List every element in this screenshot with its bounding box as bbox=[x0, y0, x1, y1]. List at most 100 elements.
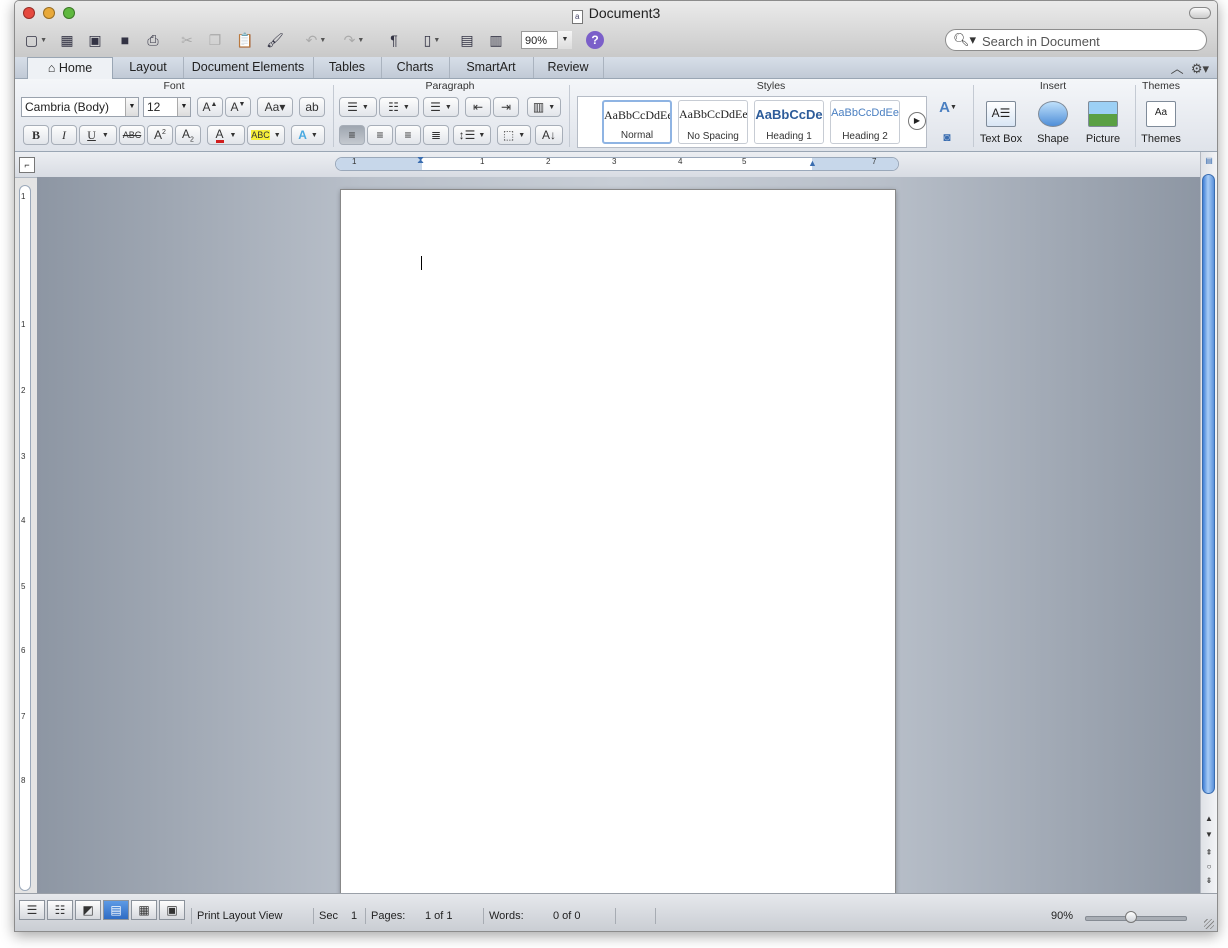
tab-charts[interactable]: Charts bbox=[381, 57, 450, 78]
draft-view-button[interactable]: ☰ bbox=[19, 900, 45, 920]
insert-picture-button[interactable]: Picture bbox=[1079, 99, 1127, 145]
columns-button[interactable]: ▥ ▼ bbox=[527, 97, 561, 117]
sidebar-button[interactable]: ▯ ▼ bbox=[415, 29, 449, 51]
justify-button[interactable]: ≣ bbox=[423, 125, 449, 145]
tab-selector-button[interactable]: ⌐ bbox=[19, 157, 35, 173]
toolbar-toggle-button[interactable] bbox=[1189, 7, 1211, 19]
align-left-button[interactable]: ≡ bbox=[339, 125, 365, 145]
resize-grip-icon[interactable] bbox=[1204, 919, 1214, 929]
help-button[interactable]: ? bbox=[586, 31, 604, 49]
save-button[interactable]: ■ bbox=[113, 29, 137, 51]
tab-review[interactable]: Review bbox=[533, 57, 604, 78]
browse-object-button[interactable]: ○ bbox=[1202, 860, 1216, 874]
themes-button[interactable]: Aa Themes bbox=[1137, 99, 1185, 145]
search-field[interactable]: 🔍︎▾ bbox=[945, 29, 1207, 51]
bold-button[interactable]: B bbox=[23, 125, 49, 145]
multilevel-list-button[interactable]: ☰ ▼ bbox=[423, 97, 459, 117]
tab-smartart[interactable]: SmartArt bbox=[449, 57, 534, 78]
document-canvas[interactable] bbox=[37, 177, 1201, 893]
collapse-ribbon-icon[interactable]: ︿ bbox=[1171, 61, 1184, 76]
gear-icon[interactable]: ⚙▾ bbox=[1191, 61, 1209, 76]
chevron-down-icon[interactable]: ▼ bbox=[177, 98, 190, 116]
scroll-up-button[interactable]: ▲ bbox=[1202, 812, 1216, 826]
vertical-ruler[interactable]: 1 1 2 3 4 5 6 7 8 bbox=[19, 185, 31, 891]
redo-button[interactable]: ↷ ▼ bbox=[337, 29, 371, 51]
style-heading-1[interactable]: AaBbCcDe Heading 1 bbox=[754, 100, 824, 144]
subscript-button[interactable]: A2 bbox=[175, 125, 201, 145]
outline-view-icon: ☷ bbox=[54, 903, 66, 917]
highlight-button[interactable]: ABC ▼ bbox=[247, 125, 285, 145]
media-browser-button[interactable]: ▥ bbox=[483, 29, 509, 51]
styles-menu-button[interactable]: A ▼ bbox=[933, 97, 963, 117]
format-painter-button[interactable]: 🖌 bbox=[263, 29, 287, 51]
increase-indent-button[interactable]: ⇥ bbox=[493, 97, 519, 117]
search-input[interactable] bbox=[980, 32, 1202, 50]
toolbox-button[interactable]: ▤ bbox=[455, 29, 479, 51]
align-center-button[interactable]: ≡ bbox=[367, 125, 393, 145]
style-normal[interactable]: AaBbCcDdEe Normal bbox=[602, 100, 672, 144]
borders-button[interactable]: ⬚ ▼ bbox=[497, 125, 531, 145]
vertical-scrollbar[interactable]: ▤ ▲ ▼ ⇞ ○ ⇟ bbox=[1200, 152, 1217, 893]
tab-document-elements[interactable]: Document Elements bbox=[183, 57, 314, 78]
zoom-slider-knob[interactable] bbox=[1125, 911, 1137, 923]
align-right-button[interactable]: ≡ bbox=[395, 125, 421, 145]
open-button[interactable]: ▣ bbox=[83, 29, 107, 51]
left-indent-marker[interactable]: ⧗ bbox=[417, 155, 424, 166]
shrink-font-button[interactable]: A▼ bbox=[225, 97, 251, 117]
style-no-spacing[interactable]: AaBbCcDdEe No Spacing bbox=[678, 100, 748, 144]
ruler-number: 3 bbox=[21, 452, 26, 461]
font-color-button[interactable]: A ▼ bbox=[207, 125, 245, 145]
styles-next-button[interactable]: ▶ bbox=[908, 112, 926, 130]
style-heading-2[interactable]: AaBbCcDdEe Heading 2 bbox=[830, 100, 900, 144]
new-document-button[interactable]: ▢ ▼ bbox=[21, 29, 51, 51]
undo-button[interactable]: ↶ ▼ bbox=[299, 29, 333, 51]
styles-pane-button[interactable]: ◙ bbox=[937, 127, 957, 147]
document-page[interactable] bbox=[341, 190, 895, 893]
bullets-button[interactable]: ☰ ▼ bbox=[339, 97, 377, 117]
change-case-button[interactable]: Aa▾ bbox=[257, 97, 293, 117]
numbering-button[interactable]: ☷ ▼ bbox=[379, 97, 419, 117]
paste-button[interactable]: 📋 bbox=[233, 29, 257, 51]
font-size-field[interactable]: 12 ▼ bbox=[143, 97, 191, 117]
strikethrough-button[interactable]: ABC bbox=[119, 125, 145, 145]
show-formatting-button[interactable]: ¶ bbox=[383, 29, 405, 51]
publishing-view-button[interactable]: ◩ bbox=[75, 900, 101, 920]
full-screen-view-button[interactable]: ▣ bbox=[159, 900, 185, 920]
underline-button[interactable]: U ▼ bbox=[79, 125, 117, 145]
superscript-button[interactable]: A2 bbox=[147, 125, 173, 145]
ruler-number: 1 bbox=[21, 320, 26, 329]
insert-shape-button[interactable]: Shape bbox=[1029, 99, 1077, 145]
print-button[interactable]: ⎙ bbox=[141, 29, 165, 51]
decrease-indent-button[interactable]: ⇤ bbox=[465, 97, 491, 117]
tab-layout[interactable]: Layout bbox=[113, 57, 184, 78]
media-browser-icon: ▥ bbox=[489, 31, 503, 48]
font-name-field[interactable]: Cambria (Body) ▼ bbox=[21, 97, 139, 117]
previous-page-button[interactable]: ⇞ bbox=[1202, 846, 1216, 860]
cut-button[interactable]: ✂ bbox=[175, 29, 199, 51]
horizontal-ruler[interactable]: 1 1 2 3 4 5 7 ⧗ ▲ bbox=[335, 155, 899, 171]
grow-font-button[interactable]: A▲ bbox=[197, 97, 223, 117]
chevron-down-icon[interactable]: ▼ bbox=[125, 98, 138, 116]
outline-view-button[interactable]: ☷ bbox=[47, 900, 73, 920]
insert-text-box-button[interactable]: A☰ Text Box bbox=[977, 99, 1025, 145]
print-layout-view-button[interactable]: ▤ bbox=[103, 900, 129, 920]
right-indent-marker[interactable]: ▲ bbox=[808, 158, 817, 168]
line-spacing-button[interactable]: ↕☰ ▼ bbox=[453, 125, 491, 145]
copy-button[interactable]: ❐ bbox=[203, 29, 227, 51]
scroll-thumb[interactable] bbox=[1202, 174, 1215, 794]
next-page-button[interactable]: ⇟ bbox=[1202, 874, 1216, 888]
home-icon: ⌂ bbox=[47, 61, 59, 75]
tab-home[interactable]: ⌂ Home bbox=[27, 57, 113, 79]
italic-button[interactable]: I bbox=[51, 125, 77, 145]
tab-tables[interactable]: Tables bbox=[313, 57, 382, 78]
gallery-button[interactable]: ▦ bbox=[55, 29, 79, 51]
split-view-button[interactable]: ▤ bbox=[1202, 154, 1216, 168]
zoom-dropdown-button[interactable]: ▼ bbox=[557, 31, 572, 49]
sort-button[interactable]: A↓ bbox=[535, 125, 563, 145]
notebook-view-button[interactable]: ▦ bbox=[131, 900, 157, 920]
scroll-down-button[interactable]: ▼ bbox=[1202, 828, 1216, 842]
text-effects-button[interactable]: A ▼ bbox=[291, 125, 325, 145]
clear-formatting-button[interactable]: ab bbox=[299, 97, 325, 117]
subscript-icon: A2 bbox=[182, 126, 194, 144]
ruler-number: 5 bbox=[21, 582, 26, 591]
